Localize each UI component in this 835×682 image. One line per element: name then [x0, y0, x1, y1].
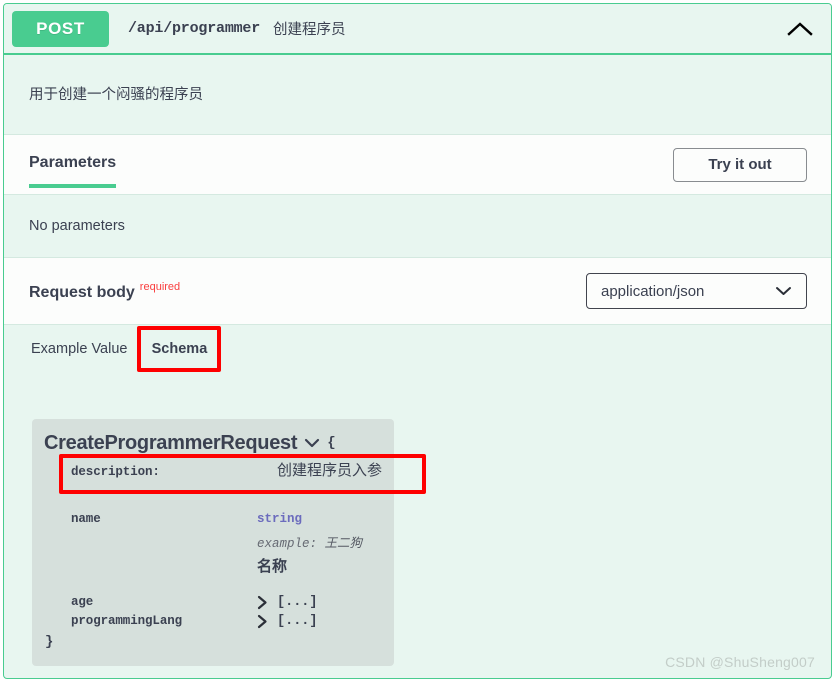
content-type-select[interactable]: application/json [586, 273, 807, 309]
operation-summary-text: 创建程序员 [273, 22, 346, 38]
request-body-label: Request body [29, 283, 135, 301]
collapsed-value-toggle[interactable]: [...] [257, 614, 394, 629]
example-label: example: [257, 537, 318, 551]
model-row-programming-lang: programmingLang [...] [32, 614, 394, 629]
http-method-badge: POST [12, 10, 109, 47]
model-property-key: programmingLang [71, 614, 183, 628]
model-description-row-wrapper: description: 创建程序员入参 [32, 454, 426, 494]
watermark: CSDN @ShuSheng007 [665, 654, 815, 670]
example-value: 王二狗 [324, 537, 363, 551]
collapsed-value-text: [...] [277, 595, 318, 610]
request-body-header: Request body required application/json [4, 258, 831, 324]
model-open-brace: { [327, 435, 336, 451]
chevron-right-icon [257, 595, 268, 610]
model-title-row: CreateProgrammerRequest { [32, 429, 394, 457]
schema-model-box: CreateProgrammerRequest { description: 创… [32, 419, 426, 666]
model-description-value: 创建程序员入参 [276, 462, 382, 479]
required-badge: required [139, 280, 181, 293]
model-name: CreateProgrammerRequest [44, 431, 298, 454]
model-property-type: string [257, 512, 303, 526]
model-property-value: [...] [257, 595, 394, 610]
request-body-title: Request body required [29, 281, 180, 302]
operation-description: 用于创建一个闷骚的程序员 [4, 55, 831, 134]
collapsed-value-toggle[interactable]: [...] [257, 595, 394, 610]
parameters-section-header: Parameters Try it out [4, 135, 831, 194]
chevron-right-icon [257, 614, 268, 629]
collapsed-value-text: [...] [277, 614, 318, 629]
chevron-down-icon [775, 286, 792, 297]
model-property-key: name [71, 512, 101, 526]
tab-schema-wrapper[interactable]: Schema [137, 326, 222, 372]
no-parameters-text: No parameters [4, 195, 831, 257]
content-type-value: application/json [601, 282, 705, 300]
chevron-down-icon[interactable] [304, 438, 320, 448]
tab-schema[interactable]: Schema [152, 341, 208, 357]
model-row-name: name string example: 王二狗 名称 [32, 512, 394, 576]
operation-block: POST /api/programmer 创建程序员 用于创建一个闷骚的程序员 … [3, 3, 832, 679]
model-property-key: age [71, 595, 94, 609]
model-row-age: age [...] [32, 595, 394, 610]
model-property-value: string example: 王二狗 名称 [257, 512, 394, 576]
operation-path: /api/programmer [128, 20, 261, 37]
model-close-brace: } [45, 634, 54, 650]
chevron-up-icon[interactable] [783, 12, 817, 46]
model-property-key: description: [71, 465, 160, 479]
tab-example-value[interactable]: Example Value [31, 341, 127, 357]
operation-summary-header[interactable]: POST /api/programmer 创建程序员 [4, 4, 831, 55]
body-tabs: Example Value Schema [4, 325, 831, 373]
model-property-example: example: 王二狗 [257, 532, 394, 551]
try-it-out-button[interactable]: Try it out [673, 147, 807, 182]
model-property-title: 名称 [257, 558, 288, 575]
model-row-description: description: 创建程序员入参 [32, 459, 394, 489]
model-property-value: [...] [257, 614, 394, 629]
tab-parameters[interactable]: Parameters [29, 154, 117, 188]
